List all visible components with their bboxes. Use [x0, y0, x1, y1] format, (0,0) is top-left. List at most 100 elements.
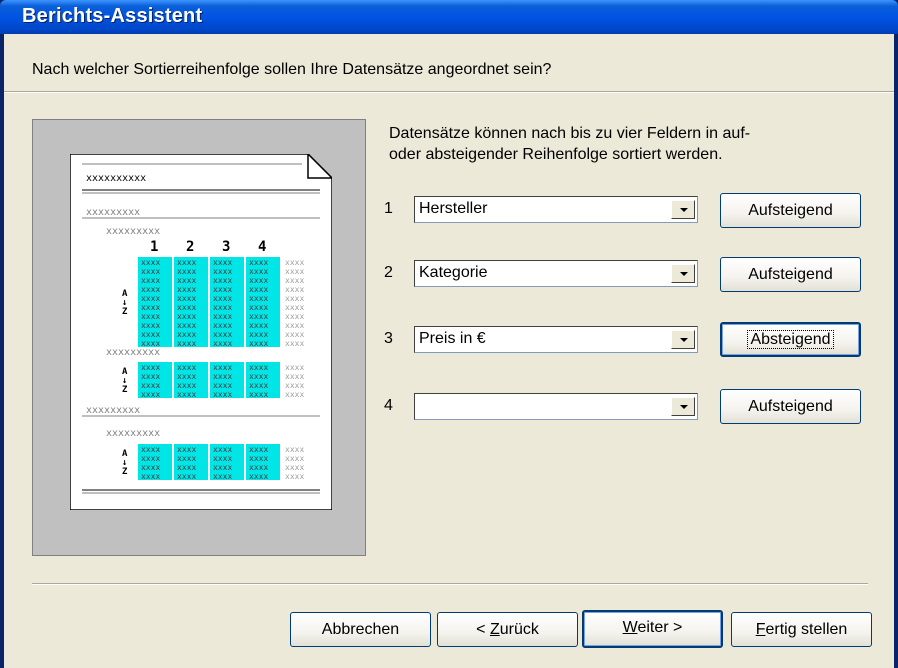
sort-description-line-1: Datensätze können nach bis zu vier Felde… [389, 125, 751, 142]
preview-cell-text: xxxx [141, 276, 160, 285]
preview-cell-text: xxxx [285, 339, 304, 348]
sort-order-2-button[interactable]: Aufsteigend [720, 257, 861, 292]
sort-row-1-number: 1 [384, 200, 393, 217]
preview-subheader: xxxxxxxxx [106, 226, 160, 237]
sort-field-4-dropdown-button[interactable] [671, 397, 695, 416]
sort-field-2-select[interactable]: Kategorie [414, 260, 698, 287]
preview-cell-text: xxxx [177, 339, 196, 348]
finish-button[interactable]: Fertig stellen [731, 612, 872, 647]
preview-cell-text: xxxx [285, 294, 304, 303]
preview-cell-text: xxxx [249, 276, 268, 285]
sort-field-2-dropdown-button[interactable] [671, 264, 695, 283]
preview-cell-text: xxxx [213, 454, 232, 463]
preview-cell-text: xxxx [285, 321, 304, 330]
preview-cell-text: xxxx [177, 363, 196, 372]
preview-cell-text: xxxx [141, 267, 160, 276]
sort-row-2-number: 2 [384, 264, 393, 281]
preview-cell-text: xxxx [213, 312, 232, 321]
preview-cell-text: xxxx [285, 258, 304, 267]
preview-cell-text: xxxx [141, 303, 160, 312]
preview-cell-text: xxxx [213, 330, 232, 339]
preview-cell-text: xxxx [177, 267, 196, 276]
preview-report-title: xxxxxxxxxx [86, 173, 146, 184]
preview-cell-text: xxxx [285, 330, 304, 339]
preview-sort-indicator: Z [122, 307, 128, 317]
preview-group-header: xxxxxxxxx [86, 207, 140, 218]
preview-cell-text: xxxx [285, 472, 304, 481]
next-button[interactable]: Weiter > [582, 610, 723, 648]
preview-cell-text: xxxx [141, 321, 160, 330]
preview-cell-text: xxxx [141, 472, 160, 481]
preview-cell-text: xxxx [285, 363, 304, 372]
preview-cell-text: xxxx [213, 294, 232, 303]
sort-description-line-2: oder absteigender Reihenfolge sortiert w… [389, 146, 723, 163]
title-bar[interactable]: Berichts-Assistent [0, 0, 898, 34]
preview-cell-text: xxxx [213, 445, 232, 454]
preview-col-1: 1 [150, 239, 158, 255]
preview-cell-text: xxxx [285, 372, 304, 381]
cancel-button[interactable]: Abbrechen [290, 612, 431, 647]
preview-cell-text: xxxx [213, 339, 232, 348]
preview-cell-text: xxxx [249, 267, 268, 276]
sort-row-4-number: 4 [384, 397, 393, 414]
chevron-down-icon [680, 338, 688, 342]
preview-cell-text: xxxx [213, 381, 232, 390]
preview-cell-text: xxxx [177, 258, 196, 267]
preview-cell-text: xxxx [213, 276, 232, 285]
sort-order-1-button[interactable]: Aufsteigend [720, 193, 861, 228]
preview-cell-text: xxxx [141, 294, 160, 303]
back-button[interactable]: < Zurück [437, 612, 578, 647]
preview-cell-text: xxxx [249, 321, 268, 330]
preview-cell-text: xxxx [285, 267, 304, 276]
preview-cell-text: xxxx [177, 285, 196, 294]
preview-cell-text: xxxx [177, 445, 196, 454]
chevron-down-icon [680, 405, 688, 409]
window-title: Berichts-Assistent [22, 5, 203, 27]
preview-cell-text: xxxx [285, 276, 304, 285]
sort-field-3-select[interactable]: Preis in € [414, 326, 698, 353]
sort-field-3-dropdown-button[interactable] [671, 330, 695, 349]
preview-cell-text: xxxx [141, 285, 160, 294]
preview-cell-text: xxxx [177, 312, 196, 321]
preview-cell-text: xxxx [141, 330, 160, 339]
chevron-down-icon [680, 272, 688, 276]
preview-cell-text: xxxx [249, 294, 268, 303]
wizard-question: Nach welcher Sortierreihenfolge sollen I… [32, 61, 552, 78]
preview-cell-text: xxxx [249, 445, 268, 454]
sort-field-3-value: Preis in € [419, 330, 486, 347]
preview-cell-text: xxxx [213, 363, 232, 372]
preview-cell-text: xxxx [177, 294, 196, 303]
preview-cell-text: xxxx [141, 258, 160, 267]
preview-cell-text: xxxx [285, 454, 304, 463]
preview-cell-text: xxxx [249, 330, 268, 339]
preview-group-header-2: xxxxxxxxx [86, 405, 140, 416]
preview-cell-text: xxxx [249, 258, 268, 267]
sort-field-1-select[interactable]: Hersteller [414, 196, 698, 223]
preview-cell-text: xxxx [213, 321, 232, 330]
sort-order-3-button[interactable]: Absteigend [720, 322, 861, 357]
preview-cell-text: xxxx [213, 463, 232, 472]
preview-cell-text: xxxx [249, 303, 268, 312]
preview-block-3: xxxxxxxxxxxxxxxxxxxxxxxxxxxxxxxxxxxxxxxx… [122, 444, 304, 481]
preview-cell-text: xxxx [249, 363, 268, 372]
preview-sort-indicator: Z [122, 385, 128, 395]
preview-cell-text: xxxx [213, 285, 232, 294]
preview-sort-indicator: Z [122, 467, 128, 477]
preview-cell-text: xxxx [177, 372, 196, 381]
preview-cell-text: xxxx [285, 463, 304, 472]
preview-block-2: xxxxxxxxxxxxxxxxxxxxxxxxxxxxxxxxxxxxxxxx… [122, 362, 304, 399]
preview-col-4: 4 [258, 239, 266, 255]
preview-cell-text: xxxx [213, 258, 232, 267]
preview-cell-text: xxxx [285, 445, 304, 454]
preview-cell-text: xxxx [141, 445, 160, 454]
preview-cell-text: xxxx [141, 454, 160, 463]
preview-cell-text: xxxx [213, 267, 232, 276]
preview-subheader-2: xxxxxxxxx [106, 347, 160, 358]
preview-col-2: 2 [186, 239, 194, 255]
sort-order-4-button[interactable]: Aufsteigend [720, 389, 861, 424]
sort-field-4-select[interactable] [414, 393, 698, 420]
sort-field-1-dropdown-button[interactable] [671, 200, 695, 219]
preview-cell-text: xxxx [249, 463, 268, 472]
header-divider [4, 91, 894, 93]
preview-cell-text: xxxx [249, 312, 268, 321]
